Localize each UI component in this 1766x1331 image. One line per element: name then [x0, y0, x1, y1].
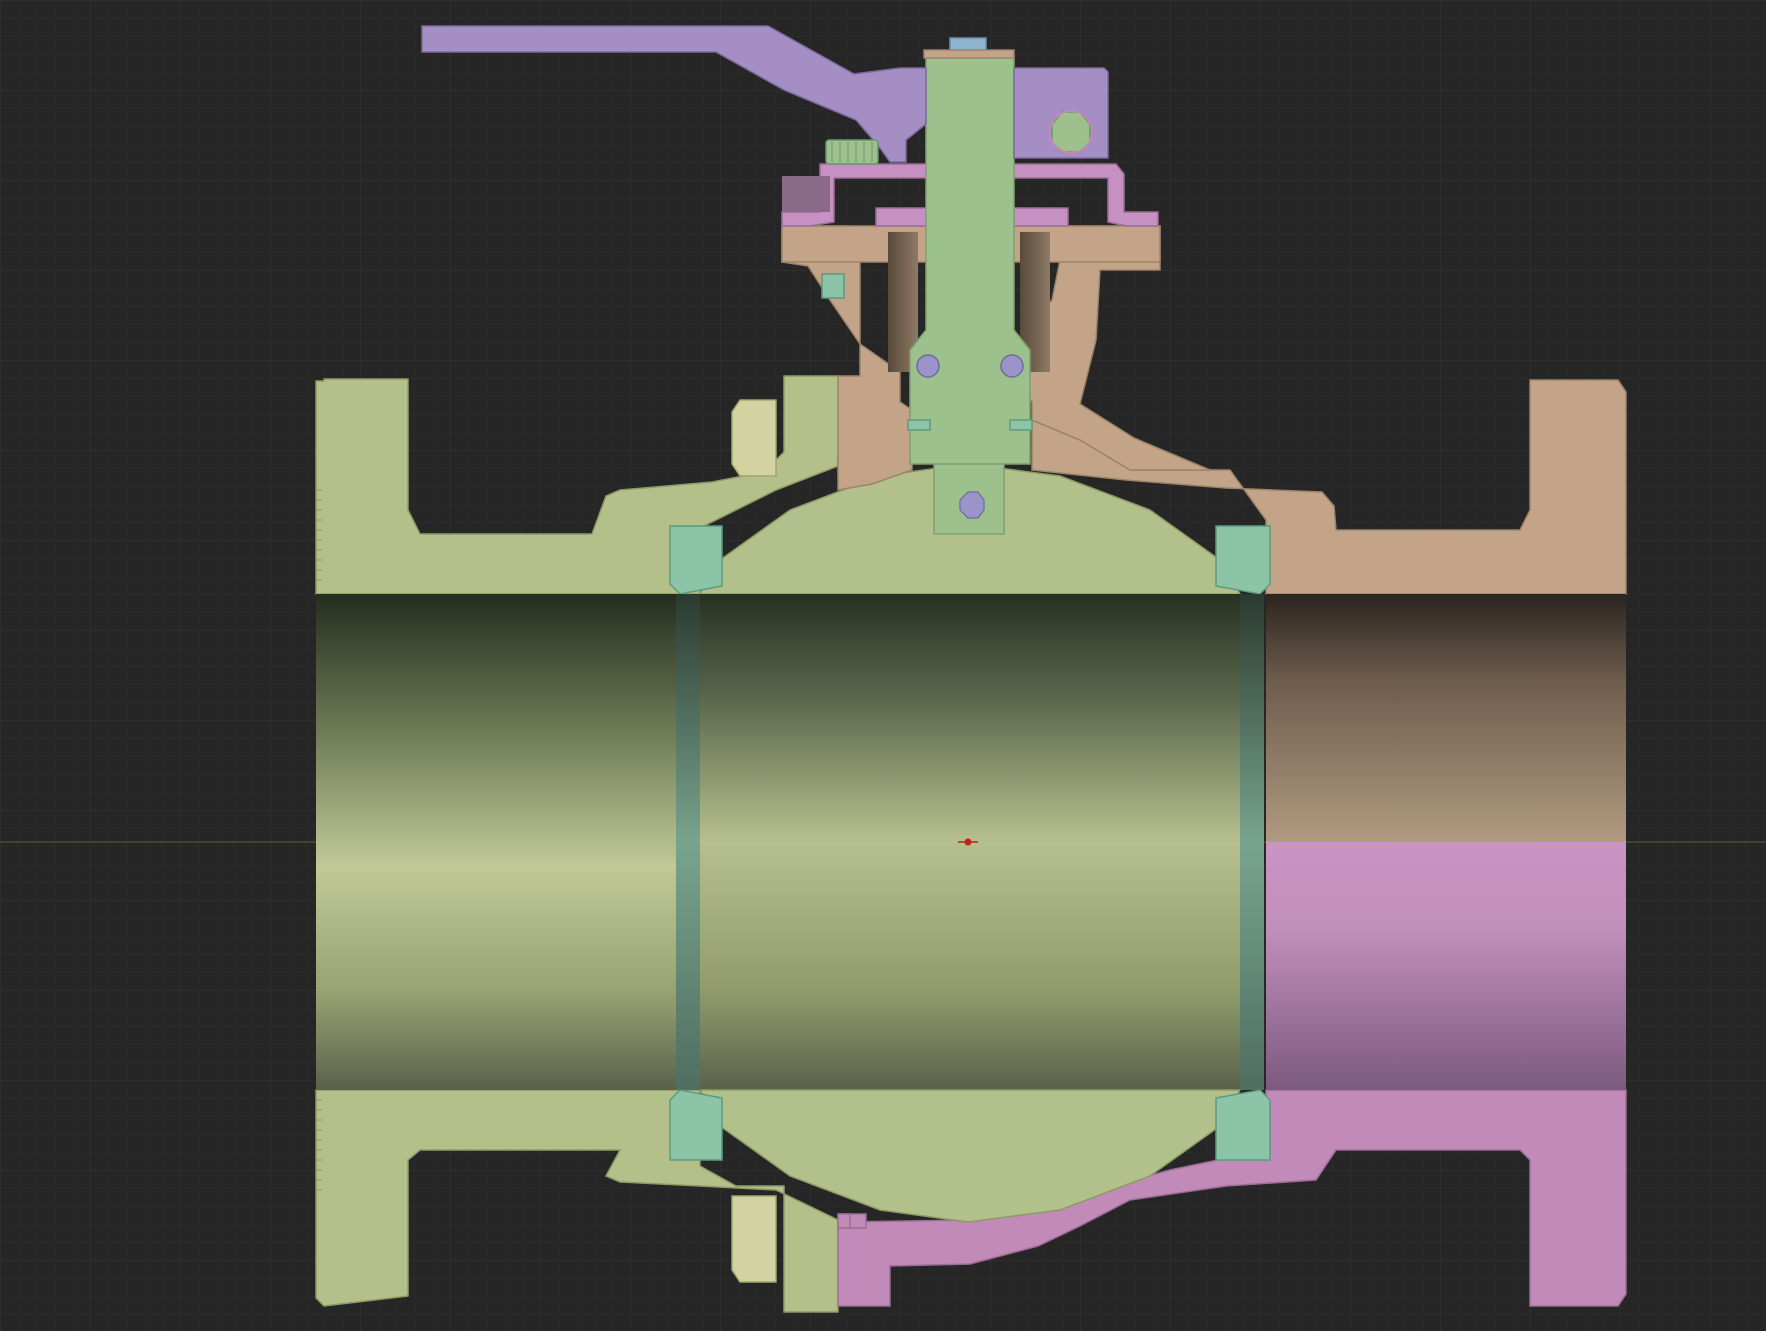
bonnet-stud[interactable]	[821, 273, 845, 299]
valve-section-drawing	[0, 0, 1766, 1331]
grease-fitting[interactable]	[825, 139, 879, 165]
cad-viewport[interactable]	[0, 0, 1766, 1331]
